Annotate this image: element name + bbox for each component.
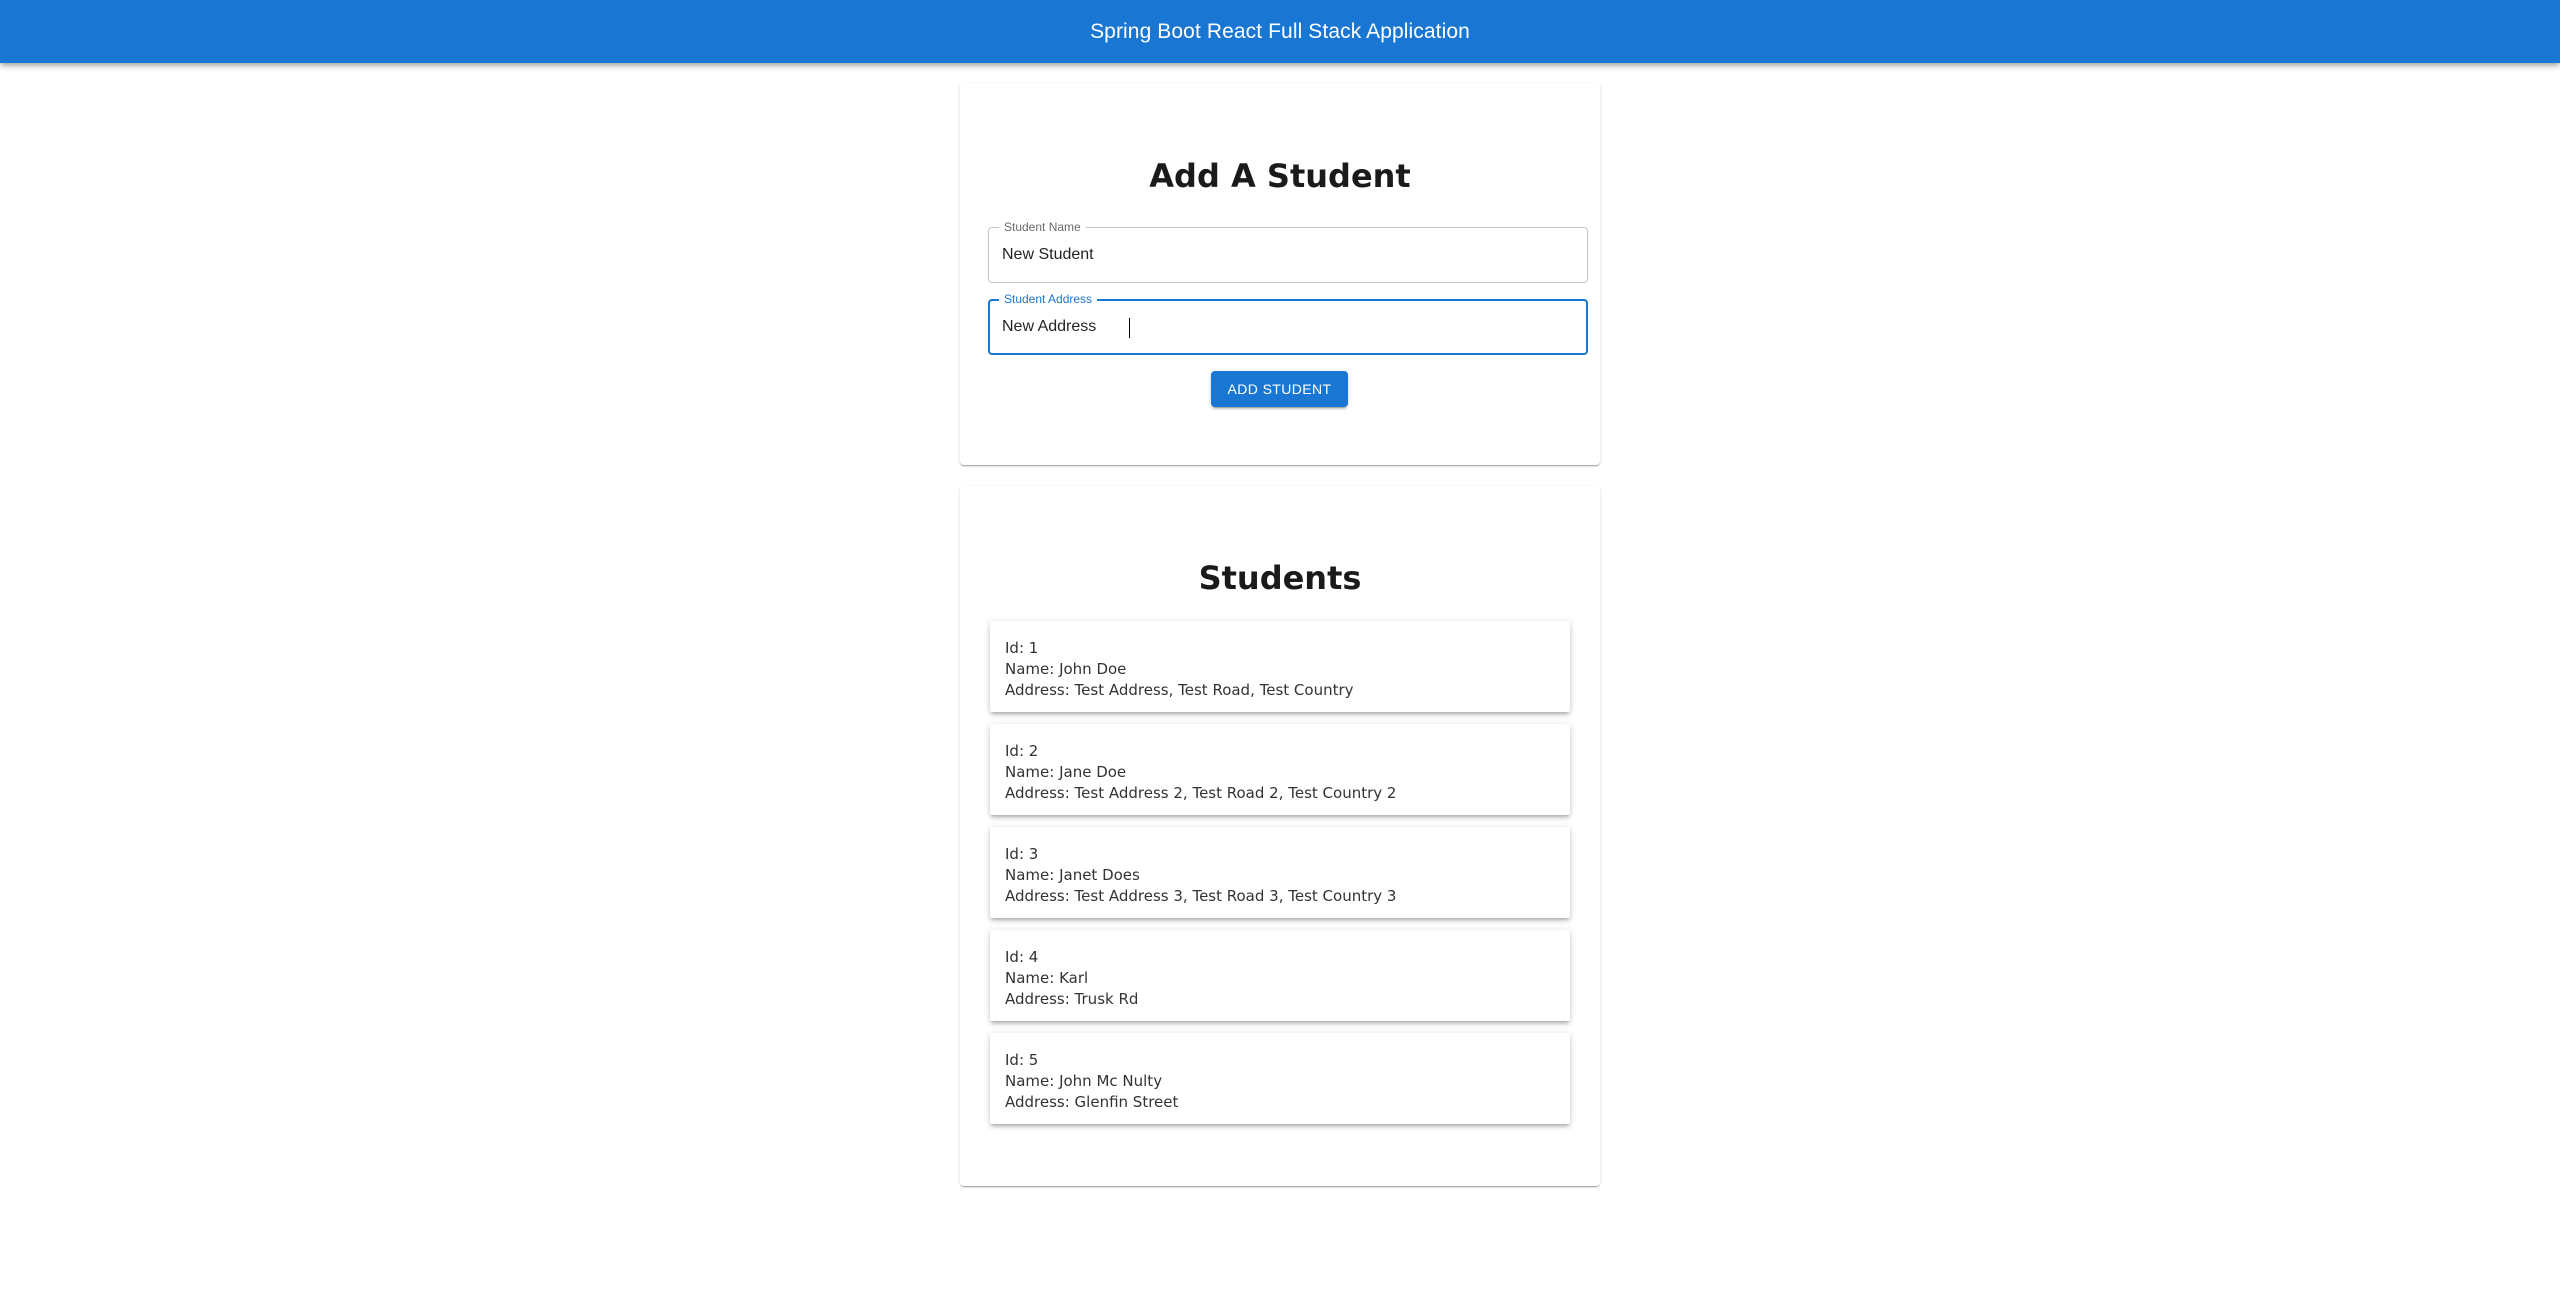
- student-address: Address: Glenfin Street: [1005, 1093, 1179, 1111]
- student-id: Id: 4: [1005, 948, 1039, 966]
- student-card: Id: 4 Name: Karl Address: Trusk Rd: [990, 930, 1570, 1021]
- student-name: Name: John Mc Nulty: [1005, 1072, 1163, 1090]
- student-address-input[interactable]: [1002, 316, 1572, 338]
- student-id: Id: 3: [1005, 845, 1039, 863]
- students-title: Students: [1198, 559, 1362, 597]
- student-address: Address: Test Address 2, Test Road 2, Te…: [1005, 784, 1397, 802]
- student-card: Id: 1 Name: John Doe Address: Test Addre…: [990, 621, 1570, 712]
- student-address-label: Student Address: [999, 292, 1098, 306]
- add-student-title: Add A Student: [1149, 157, 1411, 195]
- student-name: Name: Karl: [1005, 969, 1089, 987]
- student-card: Id: 2 Name: Jane Doe Address: Test Addre…: [990, 724, 1570, 815]
- student-name: Name: Jane Doe: [1005, 763, 1127, 781]
- student-card: Id: 3 Name: Janet Does Address: Test Add…: [990, 827, 1570, 918]
- student-address: Address: Test Address 3, Test Road 3, Te…: [1005, 887, 1397, 905]
- student-name-field[interactable]: Student Name: [988, 220, 1588, 283]
- student-address: Address: Test Address, Test Road, Test C…: [1005, 681, 1354, 699]
- student-id: Id: 5: [1005, 1051, 1039, 1069]
- add-student-panel: Add A Student Student Name Student Addre…: [960, 83, 1600, 465]
- app-title: Spring Boot React Full Stack Application: [1090, 19, 1470, 43]
- student-name-label: Student Name: [999, 220, 1086, 234]
- student-address: Address: Trusk Rd: [1005, 990, 1139, 1008]
- student-name-input[interactable]: [1002, 244, 1572, 266]
- student-address-field[interactable]: Student Address: [988, 292, 1588, 355]
- add-student-button[interactable]: ADD STUDENT: [1211, 371, 1348, 407]
- student-card: Id: 5 Name: John Mc Nulty Address: Glenf…: [990, 1033, 1570, 1124]
- students-panel: Students Id: 1 Name: John Doe Address: T…: [960, 486, 1600, 1186]
- student-id: Id: 1: [1005, 639, 1039, 657]
- app-bar: Spring Boot React Full Stack Application: [0, 0, 2560, 63]
- text-caret: [1129, 318, 1130, 338]
- student-name: Name: John Doe: [1005, 660, 1127, 678]
- student-name: Name: Janet Does: [1005, 866, 1140, 884]
- student-id: Id: 2: [1005, 742, 1039, 760]
